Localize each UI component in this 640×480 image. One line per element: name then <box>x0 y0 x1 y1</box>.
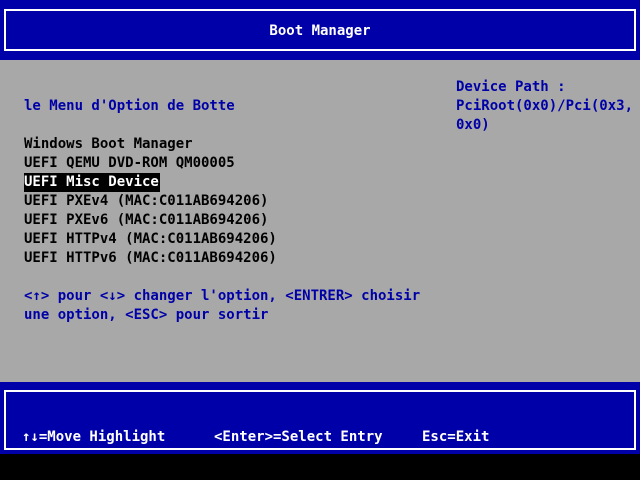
footer-bar: ↑↓=Move Highlight <Enter>=Select Entry E… <box>0 382 640 454</box>
bottom-border <box>0 454 640 480</box>
boot-entry-qemu-dvd-rom[interactable]: UEFI QEMU DVD-ROM QM00005 <box>24 154 277 173</box>
boot-entry-windows-boot-manager[interactable]: Windows Boot Manager <box>24 135 277 154</box>
boot-manager-screen: Boot Manager le Menu d'Option de Botte W… <box>0 0 640 480</box>
boot-entry-pxev6[interactable]: UEFI PXEv6 (MAC:C011AB694206) <box>24 211 277 230</box>
header-bar: Boot Manager <box>0 0 640 60</box>
help-text: <↑> pour <↓> changer l'option, <ENTRER> … <box>24 288 421 323</box>
device-path-value: PciRoot(0x0)/Pci(0x3,0x0) <box>456 98 634 133</box>
menu-title: le Menu d'Option de Botte <box>24 98 235 114</box>
exit-hint: Esc=Exit <box>422 429 490 445</box>
boot-entry-httpv4[interactable]: UEFI HTTPv4 (MAC:C011AB694206) <box>24 230 277 249</box>
boot-entry-misc-device[interactable]: UEFI Misc Device <box>24 173 160 192</box>
boot-entry-pxev4[interactable]: UEFI PXEv4 (MAC:C011AB694206) <box>24 192 277 211</box>
select-entry-hint: <Enter>=Select Entry <box>214 429 383 445</box>
header-frame: Boot Manager <box>4 9 636 51</box>
boot-entry-list: Windows Boot Manager UEFI QEMU DVD-ROM Q… <box>24 135 277 268</box>
page-title: Boot Manager <box>269 23 371 39</box>
device-path-label: Device Path : <box>456 79 566 95</box>
move-highlight-hint: ↑↓=Move Highlight <box>22 429 166 445</box>
main-panel: le Menu d'Option de Botte Windows Boot M… <box>0 60 640 382</box>
boot-entry-httpv6[interactable]: UEFI HTTPv6 (MAC:C011AB694206) <box>24 249 277 268</box>
footer-frame: ↑↓=Move Highlight <Enter>=Select Entry E… <box>4 390 636 450</box>
